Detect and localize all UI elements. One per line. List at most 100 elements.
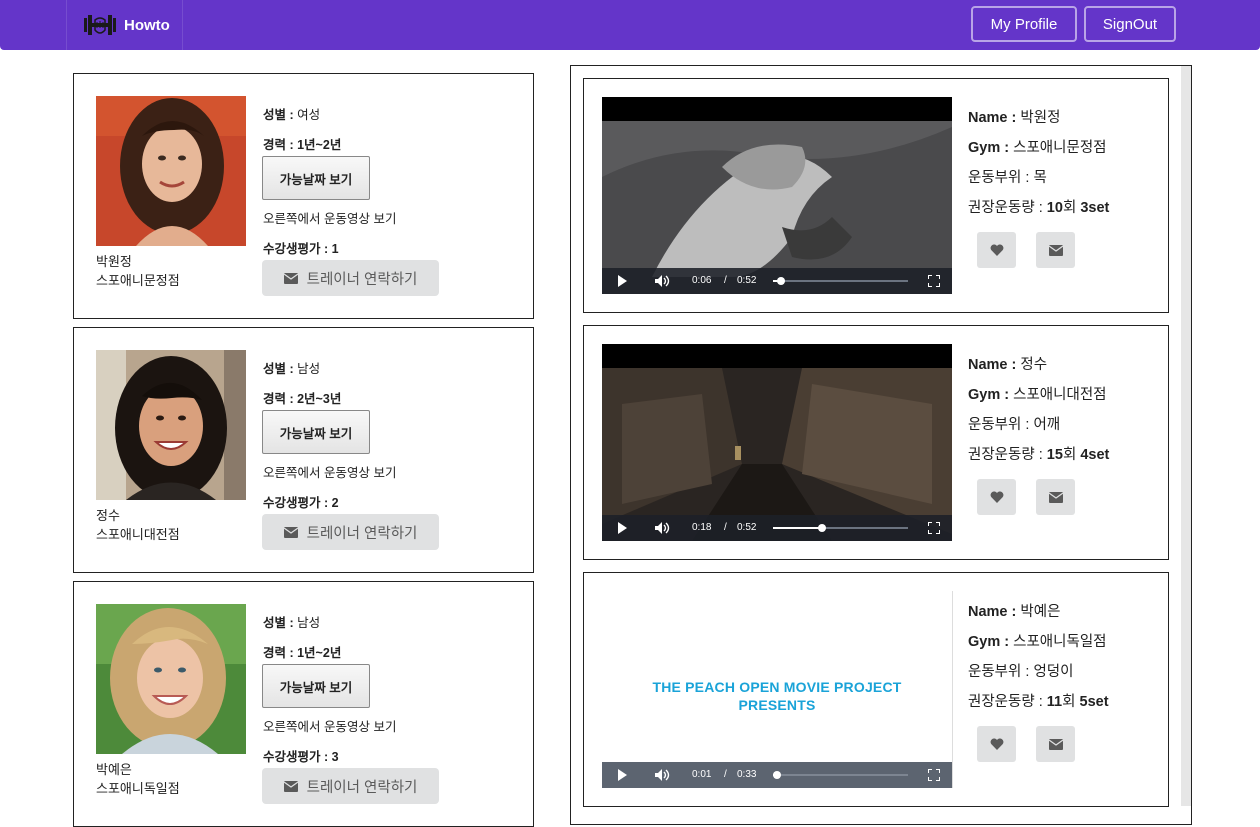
video-panel-scrollbar[interactable] (1181, 66, 1191, 806)
video-current-time: 0:18 (692, 522, 712, 533)
trainer-rating: 수강생평가 : 1 (263, 242, 339, 256)
trainer-rating: 수강생평가 : 3 (263, 750, 339, 764)
video-trainer-name: Name : 박원정 (968, 110, 1061, 126)
trainer-name: 박예은 (96, 762, 132, 777)
video-trainer-name: Name : 정수 (968, 357, 1048, 373)
video-duration: 0:33 (737, 769, 757, 780)
video-body-part: 운동부위 : 어깨 (968, 417, 1061, 433)
video-controls: 0:01 / 0:33 (602, 762, 952, 788)
video-duration: 0:52 (737, 522, 757, 533)
like-button[interactable] (977, 726, 1016, 762)
envelope-icon (283, 272, 298, 284)
available-dates-button[interactable]: 가능날짜 보기 (262, 156, 370, 200)
video-player[interactable]: THE PEACH OPEN MOVIE PROJECT PRESENTS 0:… (602, 591, 952, 788)
trainer-career: 경력 : 2년~3년 (263, 392, 342, 406)
overlay-line-2: PRESENTS (738, 697, 816, 713)
play-icon[interactable] (618, 769, 627, 781)
message-button[interactable] (1036, 726, 1075, 762)
video-recommended-amount: 권장운동량 : 11회 5set (968, 694, 1109, 710)
volume-icon[interactable] (654, 521, 670, 535)
play-icon[interactable] (618, 275, 627, 287)
envelope-icon (1048, 491, 1063, 503)
video-progress-bar[interactable] (773, 277, 908, 285)
video-progress-bar[interactable] (773, 524, 908, 532)
envelope-icon (283, 526, 298, 538)
play-icon[interactable] (618, 522, 627, 534)
video-recommended-amount: 권장운동량 : 15회 4set (968, 447, 1110, 463)
contact-trainer-button[interactable]: 트레이너 연락하기 (262, 260, 439, 296)
video-body-part: 운동부위 : 목 (968, 170, 1047, 186)
trainer-photo (96, 604, 246, 754)
fullscreen-icon[interactable] (928, 522, 940, 534)
volume-icon[interactable] (654, 768, 670, 782)
video-duration: 0:52 (737, 275, 757, 286)
message-button[interactable] (1036, 479, 1075, 515)
video-note: 오른쪽에서 운동영상 보기 (263, 466, 397, 480)
trainer-photo (96, 96, 246, 246)
trainer-card: 정수 스포애니대전점 성별 : 남성 경력 : 2년~3년 가능날짜 보기 오른… (73, 327, 534, 573)
brand-logo[interactable]: Howto (66, 0, 183, 50)
video-body-part: 운동부위 : 엉덩이 (968, 664, 1074, 680)
video-card: 0:06 / 0:52 Name : 박원정 Gym : 스포애니문정점 운동부… (583, 78, 1169, 313)
video-title-overlay: THE PEACH OPEN MOVIE PROJECT PRESENTS (602, 678, 952, 714)
video-current-time: 0:01 (692, 769, 712, 780)
like-button[interactable] (977, 232, 1016, 268)
brand-name: Howto (124, 16, 170, 34)
video-player[interactable]: 0:18 / 0:52 (602, 344, 952, 541)
like-button[interactable] (977, 479, 1016, 515)
fullscreen-icon[interactable] (928, 769, 940, 781)
trainer-name: 정수 (96, 508, 120, 523)
trainer-gym: 스포애니문정점 (96, 273, 180, 288)
envelope-icon (1048, 738, 1063, 750)
video-card: THE PEACH OPEN MOVIE PROJECT PRESENTS 0:… (583, 572, 1169, 807)
video-note: 오른쪽에서 운동영상 보기 (263, 212, 397, 226)
fullscreen-icon[interactable] (928, 275, 940, 287)
signout-button[interactable]: SignOut (1084, 6, 1176, 42)
video-note: 오른쪽에서 운동영상 보기 (263, 720, 397, 734)
top-navbar: Howto My Profile SignOut (0, 0, 1260, 50)
available-dates-button[interactable]: 가능날짜 보기 (262, 664, 370, 708)
contact-label: 트레이너 연락하기 (306, 779, 418, 796)
trainer-gender: 성별 : 남성 (263, 362, 321, 376)
video-controls: 0:06 / 0:52 (602, 268, 952, 294)
contact-label: 트레이너 연락하기 (306, 525, 418, 542)
trainer-rating: 수강생평가 : 2 (263, 496, 339, 510)
contact-label: 트레이너 연락하기 (306, 271, 418, 288)
divider (952, 591, 953, 788)
volume-icon[interactable] (654, 274, 670, 288)
trainer-card: 박원정 스포애니문정점 성별 : 여성 경력 : 1년~2년 가능날짜 보기 오… (73, 73, 534, 319)
overlay-line-1: THE PEACH OPEN MOVIE PROJECT (652, 679, 902, 695)
envelope-icon (283, 780, 298, 792)
trainer-gender: 성별 : 여성 (263, 108, 321, 122)
video-player[interactable]: 0:06 / 0:52 (602, 97, 952, 294)
dumbbell-hand-icon (84, 15, 116, 35)
video-current-time: 0:06 (692, 275, 712, 286)
envelope-icon (1048, 244, 1063, 256)
video-trainer-gym: Gym : 스포애니독일점 (968, 634, 1107, 650)
trainer-name: 박원정 (96, 254, 132, 269)
heart-icon (990, 244, 1003, 256)
time-separator: / (724, 769, 727, 780)
message-button[interactable] (1036, 232, 1075, 268)
heart-icon (990, 738, 1003, 750)
trainer-gym: 스포애니독일점 (96, 781, 180, 796)
video-progress-bar[interactable] (773, 771, 908, 779)
time-separator: / (724, 522, 727, 533)
heart-icon (990, 491, 1003, 503)
time-separator: / (724, 275, 727, 286)
trainer-career: 경력 : 1년~2년 (263, 646, 342, 660)
trainer-gym: 스포애니대전점 (96, 527, 180, 542)
trainer-photo (96, 350, 246, 500)
contact-trainer-button[interactable]: 트레이너 연락하기 (262, 514, 439, 550)
video-trainer-gym: Gym : 스포애니대전점 (968, 387, 1107, 403)
available-dates-button[interactable]: 가능날짜 보기 (262, 410, 370, 454)
video-card: 0:18 / 0:52 Name : 정수 Gym : 스포애니대전점 운동부위… (583, 325, 1169, 560)
video-trainer-name: Name : 박예은 (968, 604, 1061, 620)
video-recommended-amount: 권장운동량 : 10회 3set (968, 200, 1110, 216)
video-controls: 0:18 / 0:52 (602, 515, 952, 541)
trainer-gender: 성별 : 남성 (263, 616, 321, 630)
my-profile-button[interactable]: My Profile (971, 6, 1077, 42)
contact-trainer-button[interactable]: 트레이너 연락하기 (262, 768, 439, 804)
trainer-career: 경력 : 1년~2년 (263, 138, 342, 152)
trainer-card: 박예은 스포애니독일점 성별 : 남성 경력 : 1년~2년 가능날짜 보기 오… (73, 581, 534, 827)
